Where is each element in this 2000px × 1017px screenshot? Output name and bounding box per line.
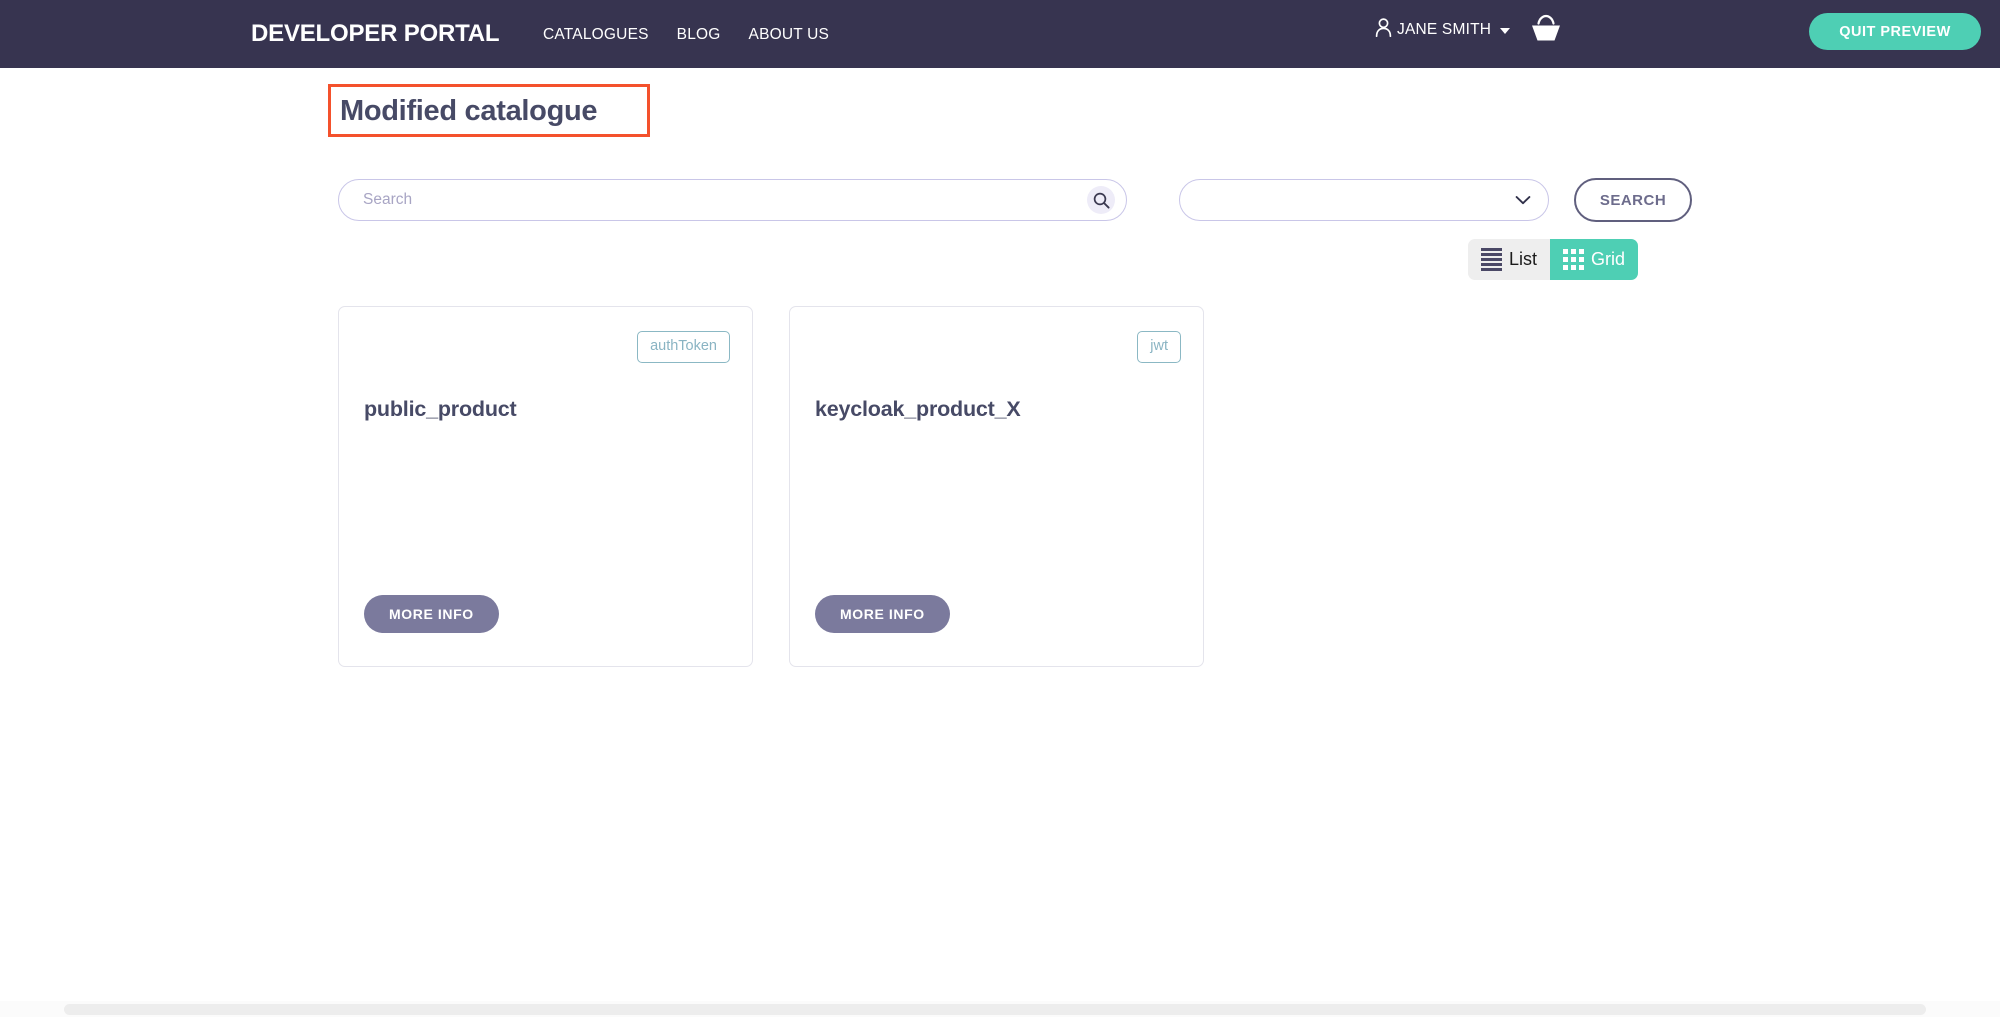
- brand-logo[interactable]: DEVELOPER PORTAL: [251, 19, 499, 49]
- view-toggle-grid[interactable]: Grid: [1550, 239, 1638, 280]
- chevron-down-icon: [1500, 28, 1510, 34]
- page-title: Modified catalogue: [331, 94, 597, 128]
- search-button[interactable]: SEARCH: [1574, 178, 1692, 222]
- more-info-button[interactable]: MORE INFO: [364, 595, 499, 633]
- user-icon: [1375, 18, 1392, 42]
- view-toggle-list[interactable]: List: [1468, 239, 1550, 280]
- top-navbar: DEVELOPER PORTAL CATALOGUES BLOG ABOUT U…: [0, 0, 2000, 68]
- nav-link-catalogues[interactable]: CATALOGUES: [543, 25, 663, 45]
- view-mode-toggle: List Grid: [1468, 239, 1638, 280]
- search-field-wrapper: [338, 179, 1127, 221]
- primary-nav: CATALOGUES BLOG ABOUT US: [543, 25, 843, 45]
- horizontal-scrollbar[interactable]: [0, 1001, 2000, 1017]
- product-card[interactable]: jwt keycloak_product_X MORE INFO: [789, 306, 1204, 667]
- user-name-label: JANE SMITH: [1397, 20, 1491, 40]
- catalogue-filter-wrapper: [1179, 179, 1549, 221]
- quit-preview-button[interactable]: QUIT PREVIEW: [1809, 13, 1981, 50]
- product-title: public_product: [364, 396, 516, 422]
- view-toggle-list-label: List: [1509, 249, 1537, 270]
- search-icon[interactable]: [1087, 186, 1115, 214]
- product-badge: jwt: [1137, 331, 1181, 363]
- nav-link-blog[interactable]: BLOG: [663, 25, 735, 45]
- horizontal-scrollbar-thumb[interactable]: [64, 1004, 1926, 1015]
- page-title-highlight: Modified catalogue: [328, 84, 650, 137]
- product-grid: authToken public_product MORE INFO jwt k…: [338, 306, 1204, 667]
- grid-dots-icon: [1563, 249, 1584, 270]
- more-info-button[interactable]: MORE INFO: [815, 595, 950, 633]
- user-menu[interactable]: JANE SMITH: [1375, 18, 1510, 42]
- product-card[interactable]: authToken public_product MORE INFO: [338, 306, 753, 667]
- basket-icon[interactable]: [1529, 14, 1563, 49]
- catalogue-filter-select[interactable]: [1179, 179, 1549, 221]
- search-input[interactable]: [338, 179, 1127, 221]
- view-toggle-grid-label: Grid: [1591, 249, 1625, 270]
- product-badge: authToken: [637, 331, 730, 363]
- product-title: keycloak_product_X: [815, 396, 1021, 422]
- list-lines-icon: [1481, 248, 1502, 271]
- search-bar: SEARCH: [338, 178, 1692, 222]
- nav-link-about-us[interactable]: ABOUT US: [735, 25, 844, 45]
